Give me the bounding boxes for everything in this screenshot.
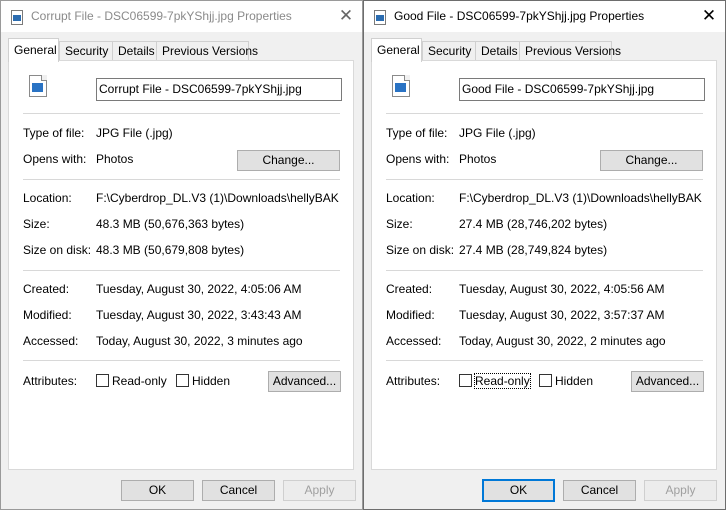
divider: [23, 360, 340, 361]
type-label: Type of file:: [23, 126, 85, 140]
size-on-disk-value: 48.3 MB (50,679,808 bytes): [96, 243, 245, 257]
location-label: Location:: [386, 191, 435, 205]
cancel-button[interactable]: Cancel: [202, 480, 275, 501]
opens-with-label: Opens with:: [386, 152, 450, 166]
attributes-label: Attributes:: [23, 374, 78, 388]
filename-field[interactable]: Corrupt File - DSC06599-7pkYShjj.jpg: [96, 78, 342, 101]
size-on-disk-value: 27.4 MB (28,749,824 bytes): [459, 243, 608, 257]
size-on-disk-label: Size on disk:: [386, 243, 455, 257]
general-panel: Corrupt File - DSC06599-7pkYShjj.jpg Typ…: [8, 60, 354, 470]
tab-security[interactable]: Security: [422, 41, 476, 60]
type-label: Type of file:: [386, 126, 448, 140]
divider: [386, 179, 703, 180]
created-label: Created:: [23, 282, 70, 296]
divider: [386, 113, 703, 114]
modified-label: Modified:: [23, 308, 72, 322]
window-title: Good File - DSC06599-7pkYShjj.jpg Proper…: [394, 9, 645, 23]
title-bar[interactable]: Good File - DSC06599-7pkYShjj.jpg Proper…: [364, 1, 725, 32]
accessed-label: Accessed:: [23, 334, 79, 348]
type-value: JPG File (.jpg): [459, 126, 536, 140]
hidden-label[interactable]: Hidden: [192, 374, 230, 388]
ok-button[interactable]: OK: [121, 480, 194, 501]
change-button[interactable]: Change...: [600, 150, 703, 171]
apply-button[interactable]: Apply: [644, 480, 717, 501]
location-label: Location:: [23, 191, 72, 205]
cancel-button[interactable]: Cancel: [563, 480, 636, 501]
accessed-label: Accessed:: [386, 334, 442, 348]
ok-button[interactable]: OK: [482, 479, 555, 502]
readonly-label[interactable]: Read-only: [112, 374, 167, 388]
tab-security[interactable]: Security: [59, 41, 113, 60]
size-value: 27.4 MB (28,746,202 bytes): [459, 217, 608, 231]
window-title: Corrupt File - DSC06599-7pkYShjj.jpg Pro…: [31, 9, 292, 23]
image-file-icon: [29, 75, 47, 97]
location-value: F:\Cyberdrop_DL.V3 (1)\Downloads\hellyBA…: [459, 191, 702, 205]
divider: [386, 270, 703, 271]
readonly-checkbox[interactable]: [459, 374, 472, 387]
divider: [23, 179, 340, 180]
size-label: Size:: [23, 217, 50, 231]
divider: [23, 113, 340, 114]
hidden-checkbox[interactable]: [539, 374, 552, 387]
readonly-label[interactable]: Read-only: [474, 373, 531, 389]
hidden-checkbox[interactable]: [176, 374, 189, 387]
created-value: Tuesday, August 30, 2022, 4:05:56 AM: [459, 282, 665, 296]
jpg-file-icon: [11, 10, 23, 25]
location-value: F:\Cyberdrop_DL.V3 (1)\Downloads\hellyBA…: [96, 191, 339, 205]
properties-dialog-good: Good File - DSC06599-7pkYShjj.jpg Proper…: [363, 0, 726, 510]
created-label: Created:: [386, 282, 433, 296]
modified-value: Tuesday, August 30, 2022, 3:43:43 AM: [96, 308, 302, 322]
tab-details[interactable]: Details: [475, 41, 520, 60]
opens-with-label: Opens with:: [23, 152, 87, 166]
tab-previous-versions[interactable]: Previous Versions: [519, 41, 621, 60]
jpg-file-icon: [374, 10, 386, 25]
advanced-button[interactable]: Advanced...: [268, 371, 341, 392]
properties-dialog-corrupt: Corrupt File - DSC06599-7pkYShjj.jpg Pro…: [0, 0, 363, 510]
attributes-label: Attributes:: [386, 374, 441, 388]
size-label: Size:: [386, 217, 413, 231]
general-panel: Good File - DSC06599-7pkYShjj.jpg Type o…: [371, 60, 717, 470]
size-value: 48.3 MB (50,676,363 bytes): [96, 217, 245, 231]
opens-with-value: Photos: [459, 152, 497, 166]
advanced-button[interactable]: Advanced...: [631, 371, 704, 392]
modified-value: Tuesday, August 30, 2022, 3:57:37 AM: [459, 308, 665, 322]
divider: [23, 270, 340, 271]
tab-general[interactable]: General: [8, 38, 59, 62]
close-button[interactable]: ✕: [335, 5, 357, 27]
filename-field[interactable]: Good File - DSC06599-7pkYShjj.jpg: [459, 78, 705, 101]
tab-general[interactable]: General: [371, 38, 422, 62]
change-button[interactable]: Change...: [237, 150, 340, 171]
tab-details[interactable]: Details: [112, 41, 157, 60]
image-file-icon: [392, 75, 410, 97]
modified-label: Modified:: [386, 308, 435, 322]
readonly-checkbox[interactable]: [96, 374, 109, 387]
title-bar[interactable]: Corrupt File - DSC06599-7pkYShjj.jpg Pro…: [1, 1, 362, 32]
apply-button[interactable]: Apply: [283, 480, 356, 501]
opens-with-value: Photos: [96, 152, 134, 166]
type-value: JPG File (.jpg): [96, 126, 173, 140]
created-value: Tuesday, August 30, 2022, 4:05:06 AM: [96, 282, 302, 296]
divider: [386, 360, 703, 361]
tab-previous-versions[interactable]: Previous Versions: [156, 41, 258, 60]
close-button[interactable]: ✕: [698, 5, 720, 27]
accessed-value: Today, August 30, 2022, 3 minutes ago: [96, 334, 303, 348]
accessed-value: Today, August 30, 2022, 2 minutes ago: [459, 334, 666, 348]
size-on-disk-label: Size on disk:: [23, 243, 92, 257]
hidden-label[interactable]: Hidden: [555, 374, 593, 388]
